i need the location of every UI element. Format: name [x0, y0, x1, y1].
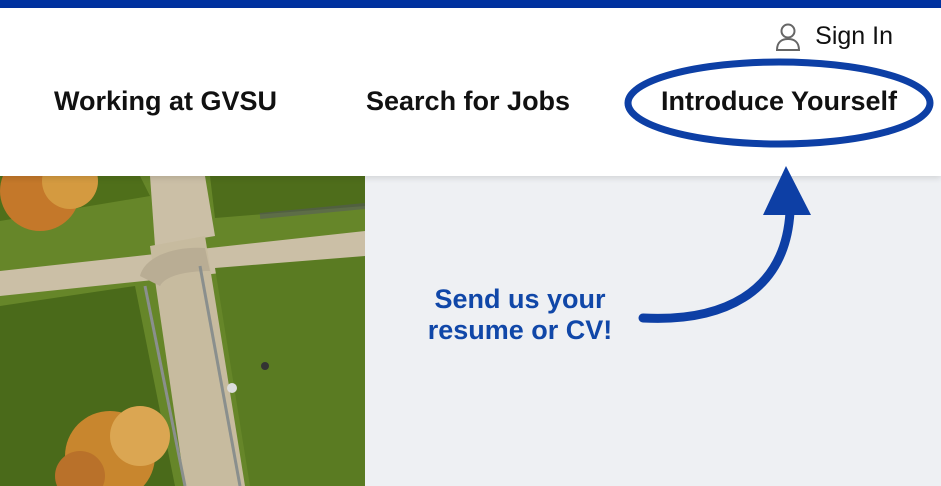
info-panel: Send us your resume or CV! [365, 176, 941, 486]
callout-line-1: Send us your [434, 284, 606, 314]
campus-aerial-photo [0, 176, 365, 486]
top-accent-bar [0, 0, 941, 8]
sign-in-link[interactable]: Sign In [775, 22, 893, 51]
nav-search-for-jobs[interactable]: Search for Jobs [366, 86, 570, 117]
nav-introduce-yourself[interactable]: Introduce Yourself [661, 86, 897, 117]
site-header: Sign In Working at GVSU Search for Jobs … [0, 8, 941, 176]
nav-working-at-gvsu[interactable]: Working at GVSU [54, 86, 277, 117]
hero-section: Send us your resume or CV! [0, 176, 941, 486]
callout-text: Send us your resume or CV! [425, 284, 615, 346]
sign-in-label: Sign In [815, 22, 893, 50]
callout-line-2: resume or CV! [427, 315, 613, 345]
main-nav: Working at GVSU Search for Jobs Introduc… [0, 78, 941, 128]
user-icon [775, 23, 801, 51]
